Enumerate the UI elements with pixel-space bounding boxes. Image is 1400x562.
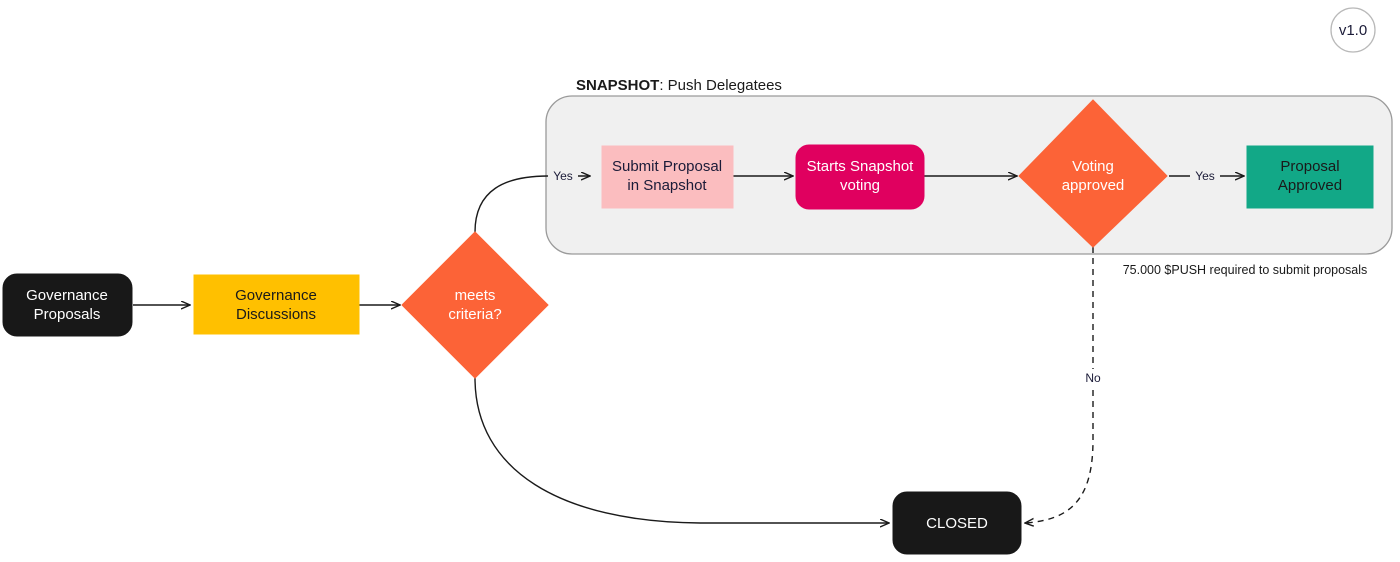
version-badge: v1.0 [1330, 7, 1376, 53]
node-submit-proposal-label: Submit Proposal [612, 158, 722, 175]
node-governance-proposals-label-2: Proposals [34, 306, 101, 323]
edge-criteria-no-to-closed [474, 377, 889, 523]
node-submit-proposal-label-2: in Snapshot [627, 177, 707, 194]
node-starts-voting-label: Starts Snapshot [807, 158, 915, 175]
node-governance-proposals[interactable]: Governance Proposals [2, 273, 133, 337]
node-starts-voting[interactable]: Starts Snapshot voting [795, 144, 925, 210]
version-badge-label: v1.0 [1339, 22, 1367, 39]
node-governance-proposals-label: Governance [26, 287, 108, 304]
node-voting-approved-label-2: approved [1062, 177, 1125, 194]
edge-label-voting-no: No [1085, 371, 1101, 385]
node-voting-approved-label: Voting [1072, 158, 1114, 175]
snapshot-panel-title-bold: SNAPSHOT [576, 77, 659, 94]
node-meets-criteria-label: meets [455, 287, 496, 304]
node-proposal-approved[interactable]: Proposal Approved [1246, 145, 1374, 209]
edge-label-criteria-yes: Yes [553, 169, 573, 183]
node-proposal-approved-label-2: Approved [1278, 177, 1342, 194]
edge-label-voting-yes: Yes [1195, 169, 1215, 183]
node-governance-discussions-label: Governance [235, 287, 317, 304]
node-starts-voting-label-2: voting [840, 177, 880, 194]
node-submit-proposal[interactable]: Submit Proposal in Snapshot [601, 145, 734, 209]
node-closed-label: CLOSED [926, 515, 988, 532]
node-closed[interactable]: CLOSED [892, 491, 1022, 555]
node-governance-discussions[interactable]: Governance Discussions [193, 274, 360, 335]
snapshot-panel-title: SNAPSHOT: Push Delegatees [576, 77, 782, 94]
node-proposal-approved-label: Proposal [1280, 158, 1339, 175]
node-meets-criteria[interactable]: meets criteria? [401, 231, 549, 379]
snapshot-panel-title-rest: : Push Delegatees [659, 77, 782, 94]
flowchart-svg: SNAPSHOT: Push Delegatees Yes Yes No Gov… [2, 7, 1393, 555]
node-governance-discussions-label-2: Discussions [236, 306, 316, 323]
flowchart-canvas: SNAPSHOT: Push Delegatees Yes Yes No Gov… [0, 0, 1400, 562]
node-meets-criteria-label-2: criteria? [448, 306, 501, 323]
push-requirement-note: 75.000 $PUSH required to submit proposal… [1123, 263, 1368, 277]
